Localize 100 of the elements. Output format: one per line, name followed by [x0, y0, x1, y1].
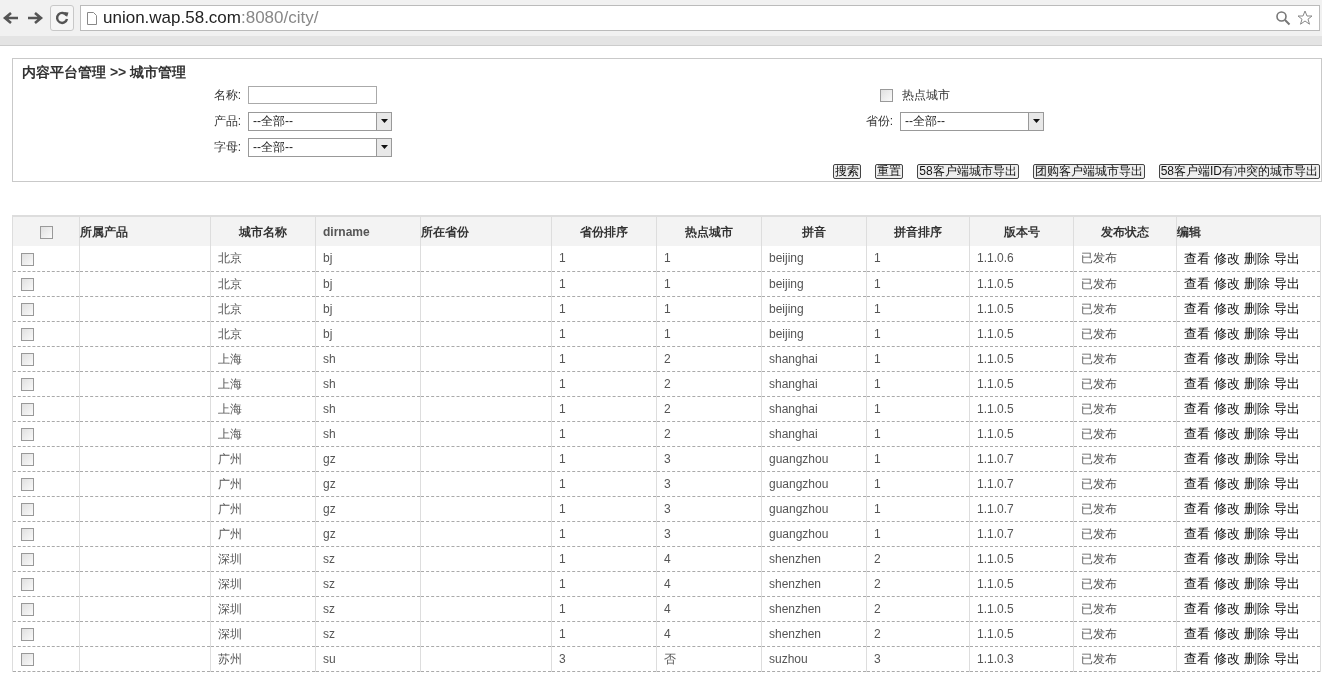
action-link[interactable]: 修改 — [1214, 298, 1240, 319]
action-link[interactable]: 删除 — [1244, 598, 1270, 619]
action-link[interactable]: 修改 — [1214, 623, 1240, 644]
action-link[interactable]: 查看 — [1184, 598, 1210, 619]
zoom-icon[interactable] — [1275, 10, 1291, 26]
action-link[interactable]: 修改 — [1214, 523, 1240, 544]
row-checkbox[interactable] — [21, 552, 34, 566]
action-link[interactable]: 查看 — [1184, 248, 1210, 268]
row-checkbox[interactable] — [21, 527, 34, 541]
action-link[interactable]: 查看 — [1184, 548, 1210, 569]
action-link[interactable]: 导出 — [1274, 573, 1300, 594]
action-link[interactable]: 导出 — [1274, 323, 1300, 344]
star-icon[interactable] — [1297, 10, 1313, 26]
action-link[interactable]: 查看 — [1184, 498, 1210, 519]
action-link[interactable]: 导出 — [1274, 348, 1300, 369]
action-link[interactable]: 删除 — [1244, 448, 1270, 469]
action-link[interactable]: 导出 — [1274, 623, 1300, 644]
action-link[interactable]: 修改 — [1214, 648, 1240, 669]
action-button[interactable]: 58客户端城市导出 — [917, 164, 1019, 179]
action-link[interactable]: 修改 — [1214, 323, 1240, 344]
action-link[interactable]: 查看 — [1184, 323, 1210, 344]
action-link[interactable]: 导出 — [1274, 248, 1300, 268]
row-checkbox[interactable] — [21, 402, 34, 416]
back-icon[interactable] — [2, 10, 20, 26]
row-checkbox[interactable] — [21, 352, 34, 366]
action-link[interactable]: 修改 — [1214, 348, 1240, 369]
action-link[interactable]: 导出 — [1274, 398, 1300, 419]
action-link[interactable]: 导出 — [1274, 498, 1300, 519]
action-link[interactable]: 导出 — [1274, 423, 1300, 444]
action-link[interactable]: 导出 — [1274, 648, 1300, 669]
action-link[interactable]: 删除 — [1244, 323, 1270, 344]
action-link[interactable]: 删除 — [1244, 373, 1270, 394]
action-link[interactable]: 修改 — [1214, 598, 1240, 619]
action-link[interactable]: 修改 — [1214, 273, 1240, 294]
action-link[interactable]: 查看 — [1184, 448, 1210, 469]
action-link[interactable]: 导出 — [1274, 373, 1300, 394]
dropdown[interactable]: --全部-- — [900, 111, 1044, 131]
action-link[interactable]: 删除 — [1244, 348, 1270, 369]
row-checkbox[interactable] — [21, 452, 34, 466]
row-checkbox[interactable] — [21, 252, 34, 266]
action-link[interactable]: 修改 — [1214, 398, 1240, 419]
action-link[interactable]: 修改 — [1214, 423, 1240, 444]
action-link[interactable]: 删除 — [1244, 248, 1270, 268]
action-link[interactable]: 导出 — [1274, 598, 1300, 619]
select-all-checkbox[interactable] — [39, 225, 53, 239]
row-checkbox[interactable] — [21, 477, 34, 491]
row-checkbox[interactable] — [21, 627, 34, 641]
action-link[interactable]: 删除 — [1244, 573, 1270, 594]
action-link[interactable]: 修改 — [1214, 473, 1240, 494]
action-link[interactable]: 查看 — [1184, 648, 1210, 669]
row-checkbox[interactable] — [21, 427, 34, 441]
name-input[interactable] — [248, 86, 377, 104]
action-link[interactable]: 删除 — [1244, 623, 1270, 644]
action-link[interactable]: 删除 — [1244, 548, 1270, 569]
action-button[interactable]: 重置 — [875, 164, 904, 179]
row-checkbox[interactable] — [21, 377, 34, 391]
action-link[interactable]: 查看 — [1184, 348, 1210, 369]
row-checkbox[interactable] — [21, 652, 34, 666]
action-link[interactable]: 导出 — [1274, 473, 1300, 494]
action-link[interactable]: 修改 — [1214, 498, 1240, 519]
row-checkbox[interactable] — [21, 577, 34, 591]
action-link[interactable]: 删除 — [1244, 523, 1270, 544]
action-link[interactable]: 修改 — [1214, 448, 1240, 469]
action-link[interactable]: 查看 — [1184, 573, 1210, 594]
action-link[interactable]: 修改 — [1214, 373, 1240, 394]
action-link[interactable]: 删除 — [1244, 298, 1270, 319]
address-bar[interactable]: union.wap.58.com:8080/city/ — [80, 5, 1320, 31]
action-link[interactable]: 删除 — [1244, 648, 1270, 669]
action-link[interactable]: 删除 — [1244, 473, 1270, 494]
action-link[interactable]: 查看 — [1184, 623, 1210, 644]
row-checkbox[interactable] — [21, 302, 34, 316]
action-link[interactable]: 删除 — [1244, 273, 1270, 294]
row-checkbox[interactable] — [21, 502, 34, 516]
action-link[interactable]: 导出 — [1274, 548, 1300, 569]
row-checkbox[interactable] — [21, 327, 34, 341]
action-link[interactable]: 查看 — [1184, 298, 1210, 319]
action-link[interactable]: 删除 — [1244, 498, 1270, 519]
dropdown[interactable]: --全部-- — [248, 137, 392, 157]
reload-button[interactable] — [50, 5, 74, 31]
action-link[interactable]: 查看 — [1184, 373, 1210, 394]
action-link[interactable]: 修改 — [1214, 248, 1240, 268]
action-link[interactable]: 查看 — [1184, 398, 1210, 419]
action-link[interactable]: 修改 — [1214, 573, 1240, 594]
action-button[interactable]: 搜索 — [833, 164, 862, 179]
action-link[interactable]: 删除 — [1244, 423, 1270, 444]
row-checkbox[interactable] — [21, 602, 34, 616]
action-link[interactable]: 查看 — [1184, 473, 1210, 494]
action-button[interactable]: 58客户端ID有冲突的城市导出 — [1158, 164, 1320, 179]
action-link[interactable]: 删除 — [1244, 398, 1270, 419]
dropdown[interactable]: --全部-- — [248, 111, 392, 131]
action-link[interactable]: 导出 — [1274, 523, 1300, 544]
action-button[interactable]: 团购客户端城市导出 — [1032, 164, 1145, 179]
forward-icon[interactable] — [26, 10, 44, 26]
hot-city-checkbox[interactable] — [880, 88, 893, 102]
row-checkbox[interactable] — [21, 277, 34, 291]
action-link[interactable]: 导出 — [1274, 448, 1300, 469]
action-link[interactable]: 查看 — [1184, 273, 1210, 294]
action-link[interactable]: 查看 — [1184, 423, 1210, 444]
action-link[interactable]: 导出 — [1274, 273, 1300, 294]
action-link[interactable]: 导出 — [1274, 298, 1300, 319]
